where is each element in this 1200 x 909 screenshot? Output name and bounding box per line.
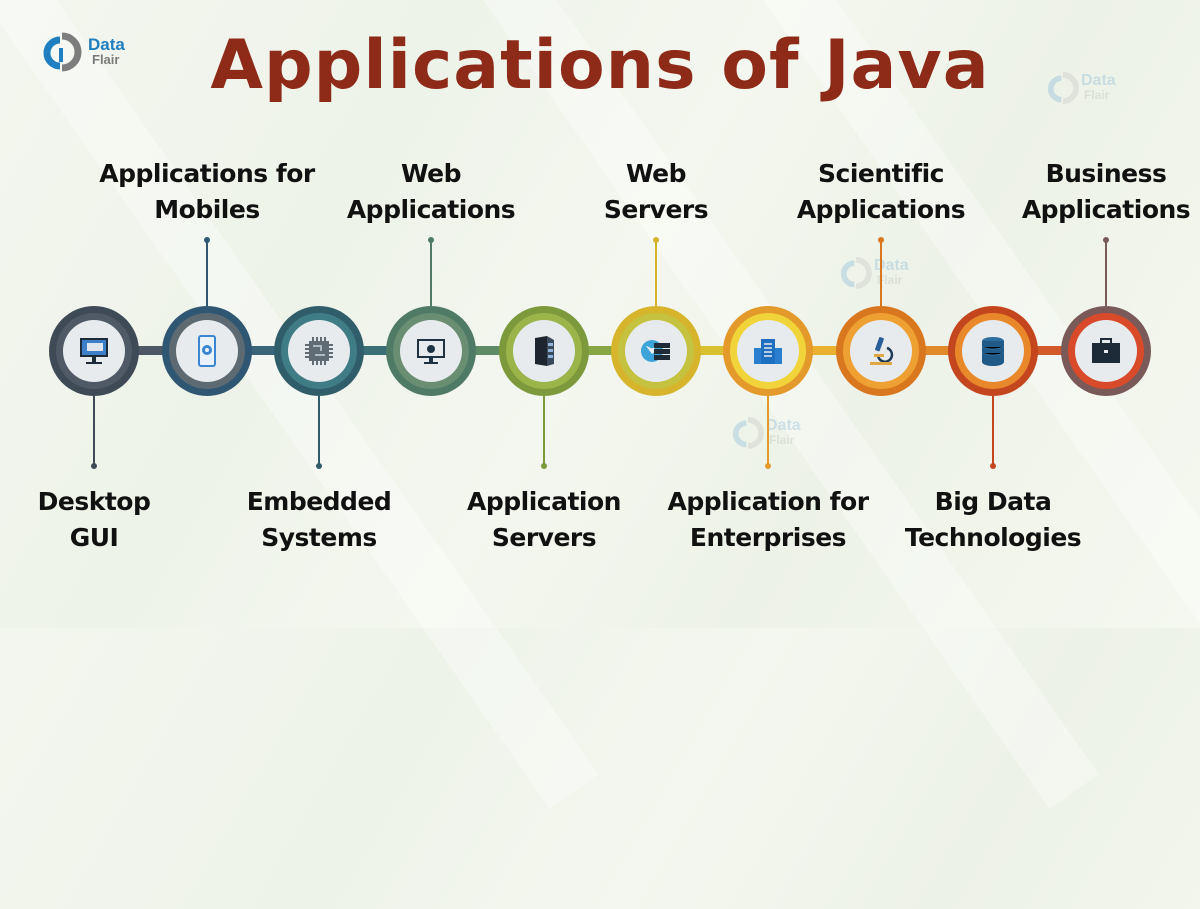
- item-label-line2: Systems: [261, 523, 377, 552]
- timeline-node: [611, 306, 701, 396]
- item-label-line2: Applications: [796, 195, 966, 224]
- server-rack-icon: [513, 320, 575, 382]
- timeline-node: [274, 306, 364, 396]
- connector-dot: [428, 237, 434, 243]
- item-label-line1: Application: [467, 487, 621, 516]
- item-label: Application for Enterprises: [667, 484, 869, 556]
- connector-stem: [655, 240, 657, 306]
- connector-stem: [767, 396, 769, 466]
- item-label-line1: Application for: [667, 487, 869, 516]
- item-label: Web Servers: [603, 156, 709, 228]
- item-label: Big Data Technologies: [904, 484, 1082, 556]
- item-label-line1: Scientific: [818, 159, 944, 188]
- watermark-text: Flair: [769, 433, 795, 447]
- timeline-node: [162, 306, 252, 396]
- item-label-line2: Mobiles: [154, 195, 260, 224]
- item-label-line1: Big Data: [934, 487, 1052, 516]
- item-label-line2: Servers: [491, 523, 597, 552]
- item-label-line2: Applications: [1021, 195, 1191, 224]
- web-app-monitor-icon: [400, 320, 462, 382]
- background-stripe: [0, 0, 599, 809]
- item-label-line1: Web: [400, 159, 462, 188]
- desktop-monitor-icon: [63, 320, 125, 382]
- item-label: Desktop GUI: [38, 484, 151, 556]
- item-label: Application Servers: [467, 484, 621, 556]
- microchip-icon: [288, 320, 350, 382]
- mobile-gear-icon: [176, 320, 238, 382]
- connector-dot: [91, 463, 97, 469]
- item-label-line1: Applications for: [99, 159, 315, 188]
- connector-dot: [316, 463, 322, 469]
- watermark-text: Data: [766, 417, 801, 434]
- item-label: Business Applications: [1021, 156, 1191, 228]
- watermark: Data Flair: [730, 415, 801, 451]
- connector-dot: [765, 463, 771, 469]
- item-label-line1: Web: [625, 159, 687, 188]
- watermark: Data Flair: [838, 255, 909, 291]
- item-label-line2: Enterprises: [689, 523, 847, 552]
- timeline-node: [836, 306, 926, 396]
- item-label-line1: Business: [1045, 159, 1167, 188]
- timeline-node: [723, 306, 813, 396]
- timeline-node: [49, 306, 139, 396]
- item-label-line2: Applications: [346, 195, 516, 224]
- watermark-logo-icon: [840, 257, 872, 289]
- watermark-logo-icon: [732, 417, 764, 449]
- connector-stem: [543, 396, 545, 466]
- connector-dot: [541, 463, 547, 469]
- item-label-line2: Servers: [603, 195, 709, 224]
- item-label: Scientific Applications: [796, 156, 966, 228]
- timeline-node: [499, 306, 589, 396]
- office-building-icon: [737, 320, 799, 382]
- connector-dot: [653, 237, 659, 243]
- connector-dot: [204, 237, 210, 243]
- connector-dot: [1103, 237, 1109, 243]
- timeline-node: [948, 306, 1038, 396]
- briefcase-icon: [1075, 320, 1137, 382]
- item-label: Embedded Systems: [247, 484, 392, 556]
- database-icon: [962, 320, 1024, 382]
- connector-stem: [1105, 240, 1107, 306]
- connector-stem: [93, 396, 95, 466]
- globe-server-icon: [625, 320, 687, 382]
- connector-stem: [206, 240, 208, 306]
- connector-stem: [880, 240, 882, 306]
- item-label-line2: Technologies: [904, 523, 1082, 552]
- item-label: Applications for Mobiles: [99, 156, 315, 228]
- item-label-line2: GUI: [69, 523, 119, 552]
- connector-stem: [430, 240, 432, 306]
- timeline-node: [1061, 306, 1151, 396]
- background-stripe: [711, 0, 1200, 909]
- item-label: Web Applications: [346, 156, 516, 228]
- timeline-node: [386, 306, 476, 396]
- microscope-icon: [850, 320, 912, 382]
- page-title: Applications of Java: [210, 26, 990, 105]
- connector-stem: [992, 396, 994, 466]
- connector-stem: [318, 396, 320, 466]
- connector-dot: [990, 463, 996, 469]
- connector-dot: [878, 237, 884, 243]
- item-label-line1: Embedded: [246, 487, 392, 516]
- item-label-line1: Desktop: [37, 487, 151, 516]
